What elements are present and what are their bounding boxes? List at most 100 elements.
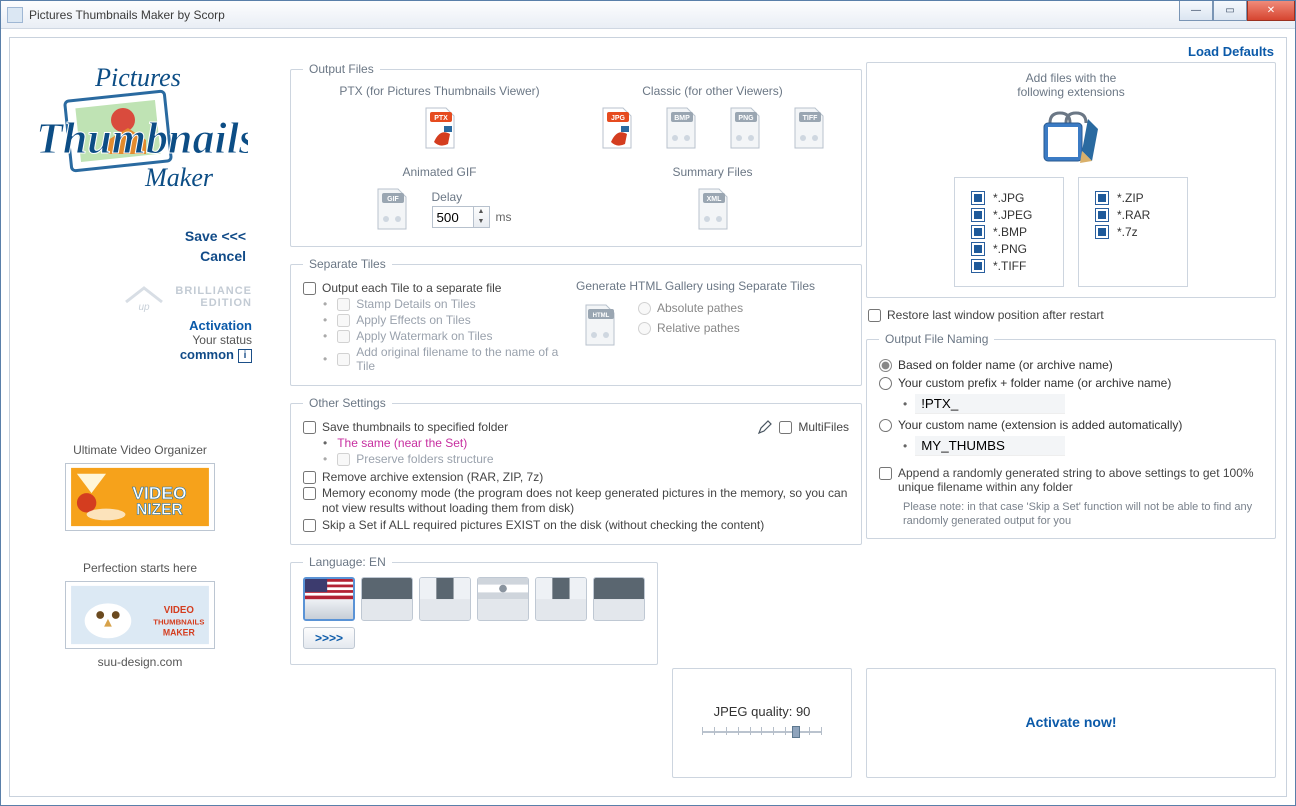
ext-bmp-checkbox[interactable]: *.BMP xyxy=(971,225,1047,239)
info-icon[interactable]: i xyxy=(238,349,252,363)
activate-now-link[interactable]: Activate now! xyxy=(1025,714,1116,730)
ext-jpg-checkbox[interactable]: *.JPG xyxy=(971,191,1047,205)
app-icon xyxy=(7,7,23,23)
ext-tiff-checkbox[interactable]: *.TIFF xyxy=(971,259,1047,273)
jpeg-quality-group: JPEG quality: 90 xyxy=(672,668,852,778)
naming-prefix-radio[interactable]: Your custom prefix + folder name (or arc… xyxy=(879,376,1263,390)
maximize-button[interactable]: ▭ xyxy=(1213,1,1247,21)
lang-4-button[interactable] xyxy=(477,577,529,621)
svg-text:Maker: Maker xyxy=(144,163,214,192)
delay-unit: ms xyxy=(496,210,512,224)
other-settings-group: Other Settings Save thumbnails to specif… xyxy=(290,396,862,545)
output-naming-group: Output File Naming Based on folder name … xyxy=(866,332,1276,539)
jpeg-quality-label: JPEG quality: 90 xyxy=(714,704,811,719)
svg-text:PTX: PTX xyxy=(434,115,448,122)
svg-text:JPG: JPG xyxy=(610,115,625,122)
more-languages-button[interactable]: >>>> xyxy=(303,627,355,649)
xml-icon[interactable]: XML xyxy=(689,185,737,233)
svg-text:THUMBNAILS: THUMBNAILS xyxy=(153,617,204,626)
append-random-checkbox[interactable]: Append a randomly generated string to ab… xyxy=(879,466,1263,494)
add-orig-filename-checkbox[interactable]: Add original filename to the name of a T… xyxy=(323,345,576,373)
lang-2-button[interactable] xyxy=(361,577,413,621)
jpg-icon[interactable]: JPG xyxy=(593,104,641,152)
svg-text:NIZER: NIZER xyxy=(136,501,183,518)
language-group: Language: EN >>>> xyxy=(290,555,658,665)
svg-text:BMP: BMP xyxy=(674,115,690,122)
ext-jpeg-checkbox[interactable]: *.JPEG xyxy=(971,208,1047,222)
stamp-details-checkbox[interactable]: Stamp Details on Tiles xyxy=(323,297,576,311)
lang-5-button[interactable] xyxy=(535,577,587,621)
ext-zip-checkbox[interactable]: *.ZIP xyxy=(1095,191,1171,205)
relative-paths-radio[interactable]: Relative pathes xyxy=(638,321,743,335)
promo-videonizer[interactable]: Ultimate Video Organizer VIDEO NIZER xyxy=(28,443,252,531)
html-gallery-heading: Generate HTML Gallery using Separate Til… xyxy=(576,279,849,293)
remove-archive-ext-checkbox[interactable]: Remove archive extension (RAR, ZIP, 7z) xyxy=(303,470,849,484)
minimize-button[interactable]: — xyxy=(1179,1,1213,21)
activation-link[interactable]: Activation xyxy=(28,318,252,333)
ext-7z-checkbox[interactable]: *.7z xyxy=(1095,225,1171,239)
extensions-heading: Add files with the following extensions xyxy=(879,71,1263,99)
svg-text:TIFF: TIFF xyxy=(802,115,817,122)
custom-name-input[interactable] xyxy=(915,436,1065,456)
activate-group: Activate now! xyxy=(866,668,1276,778)
ext-rar-checkbox[interactable]: *.RAR xyxy=(1095,208,1171,222)
svg-text:up: up xyxy=(138,302,150,312)
lang-6-button[interactable] xyxy=(593,577,645,621)
gif-icon[interactable]: GIF xyxy=(368,185,416,233)
house-up-icon: up xyxy=(122,282,166,312)
delay-stepper[interactable]: ▲▼ xyxy=(474,206,490,228)
promo-vtm[interactable]: Perfection starts here VIDEO THUMBNAILS … xyxy=(28,561,252,669)
prefix-input[interactable] xyxy=(915,394,1065,414)
skip-set-checkbox[interactable]: Skip a Set if ALL required pictures EXIS… xyxy=(303,518,849,532)
your-status-label: Your status xyxy=(28,333,252,347)
svg-text:Thumbnails: Thumbnails xyxy=(36,114,248,163)
bmp-icon[interactable]: BMP xyxy=(657,104,705,152)
absolute-paths-radio[interactable]: Absolute pathes xyxy=(638,301,743,315)
naming-custom-radio[interactable]: Your custom name (extension is added aut… xyxy=(879,418,1263,432)
gif-heading: Animated GIF xyxy=(303,165,576,179)
suu-link[interactable]: suu-design.com xyxy=(28,655,252,669)
apply-effects-checkbox[interactable]: Apply Effects on Tiles xyxy=(323,313,576,327)
svg-text:VIDEO: VIDEO xyxy=(132,483,186,503)
svg-text:XML: XML xyxy=(706,196,722,203)
status-value: commoni xyxy=(28,347,252,363)
lang-en-button[interactable] xyxy=(303,577,355,621)
delay-label: Delay xyxy=(432,190,463,204)
naming-note: Please note: in that case 'Skip a Set' f… xyxy=(903,500,1263,528)
multifiles-checkbox[interactable]: MultiFiles xyxy=(779,420,849,434)
separate-tiles-group: Separate Tiles Output each Tile to a sep… xyxy=(290,257,862,386)
memory-economy-checkbox[interactable]: Memory economy mode (the program does no… xyxy=(303,486,849,516)
archive-extensions-box: *.ZIP *.RAR *.7z xyxy=(1078,177,1188,287)
output-each-tile-checkbox[interactable]: Output each Tile to a separate file xyxy=(303,281,576,295)
jpeg-quality-slider[interactable] xyxy=(702,723,822,741)
load-defaults-link[interactable]: Load Defaults xyxy=(1188,44,1274,59)
output-files-group: Output Files PTX (for Pictures Thumbnail… xyxy=(290,62,862,247)
svg-text:VIDEO: VIDEO xyxy=(164,605,195,616)
classic-heading: Classic (for other Viewers) xyxy=(576,84,849,98)
same-folder-link[interactable]: The same (near the Set) xyxy=(323,436,757,450)
ptx-icon[interactable]: PTX xyxy=(416,104,464,152)
pencil-icon[interactable] xyxy=(757,419,773,435)
preserve-structure-checkbox[interactable]: Preserve folders structure xyxy=(323,452,757,466)
restore-position-checkbox[interactable]: Restore last window position after resta… xyxy=(868,308,1276,322)
naming-folder-radio[interactable]: Based on folder name (or archive name) xyxy=(879,358,1263,372)
svg-text:GIF: GIF xyxy=(387,196,399,203)
svg-text:MAKER: MAKER xyxy=(163,627,196,637)
svg-text:HTML: HTML xyxy=(593,313,610,319)
titlebar: Pictures Thumbnails Maker by Scorp — ▭ ✕ xyxy=(1,1,1295,29)
ptx-heading: PTX (for Pictures Thumbnails Viewer) xyxy=(303,84,576,98)
cancel-button[interactable]: Cancel xyxy=(34,248,246,264)
lang-3-button[interactable] xyxy=(419,577,471,621)
delay-input[interactable] xyxy=(432,206,474,228)
close-button[interactable]: ✕ xyxy=(1247,1,1295,21)
png-icon[interactable]: PNG xyxy=(721,104,769,152)
tiff-icon[interactable]: TIFF xyxy=(785,104,833,152)
window-title: Pictures Thumbnails Maker by Scorp xyxy=(29,8,225,22)
app-window: Pictures Thumbnails Maker by Scorp — ▭ ✕… xyxy=(0,0,1296,806)
html-icon[interactable]: HTML xyxy=(576,301,624,349)
summary-heading: Summary Files xyxy=(576,165,849,179)
ext-png-checkbox[interactable]: *.PNG xyxy=(971,242,1047,256)
apply-watermark-checkbox[interactable]: Apply Watermark on Tiles xyxy=(323,329,576,343)
save-thumbs-checkbox[interactable]: Save thumbnails to specified folder xyxy=(303,420,757,434)
save-button[interactable]: Save <<< xyxy=(34,228,246,244)
